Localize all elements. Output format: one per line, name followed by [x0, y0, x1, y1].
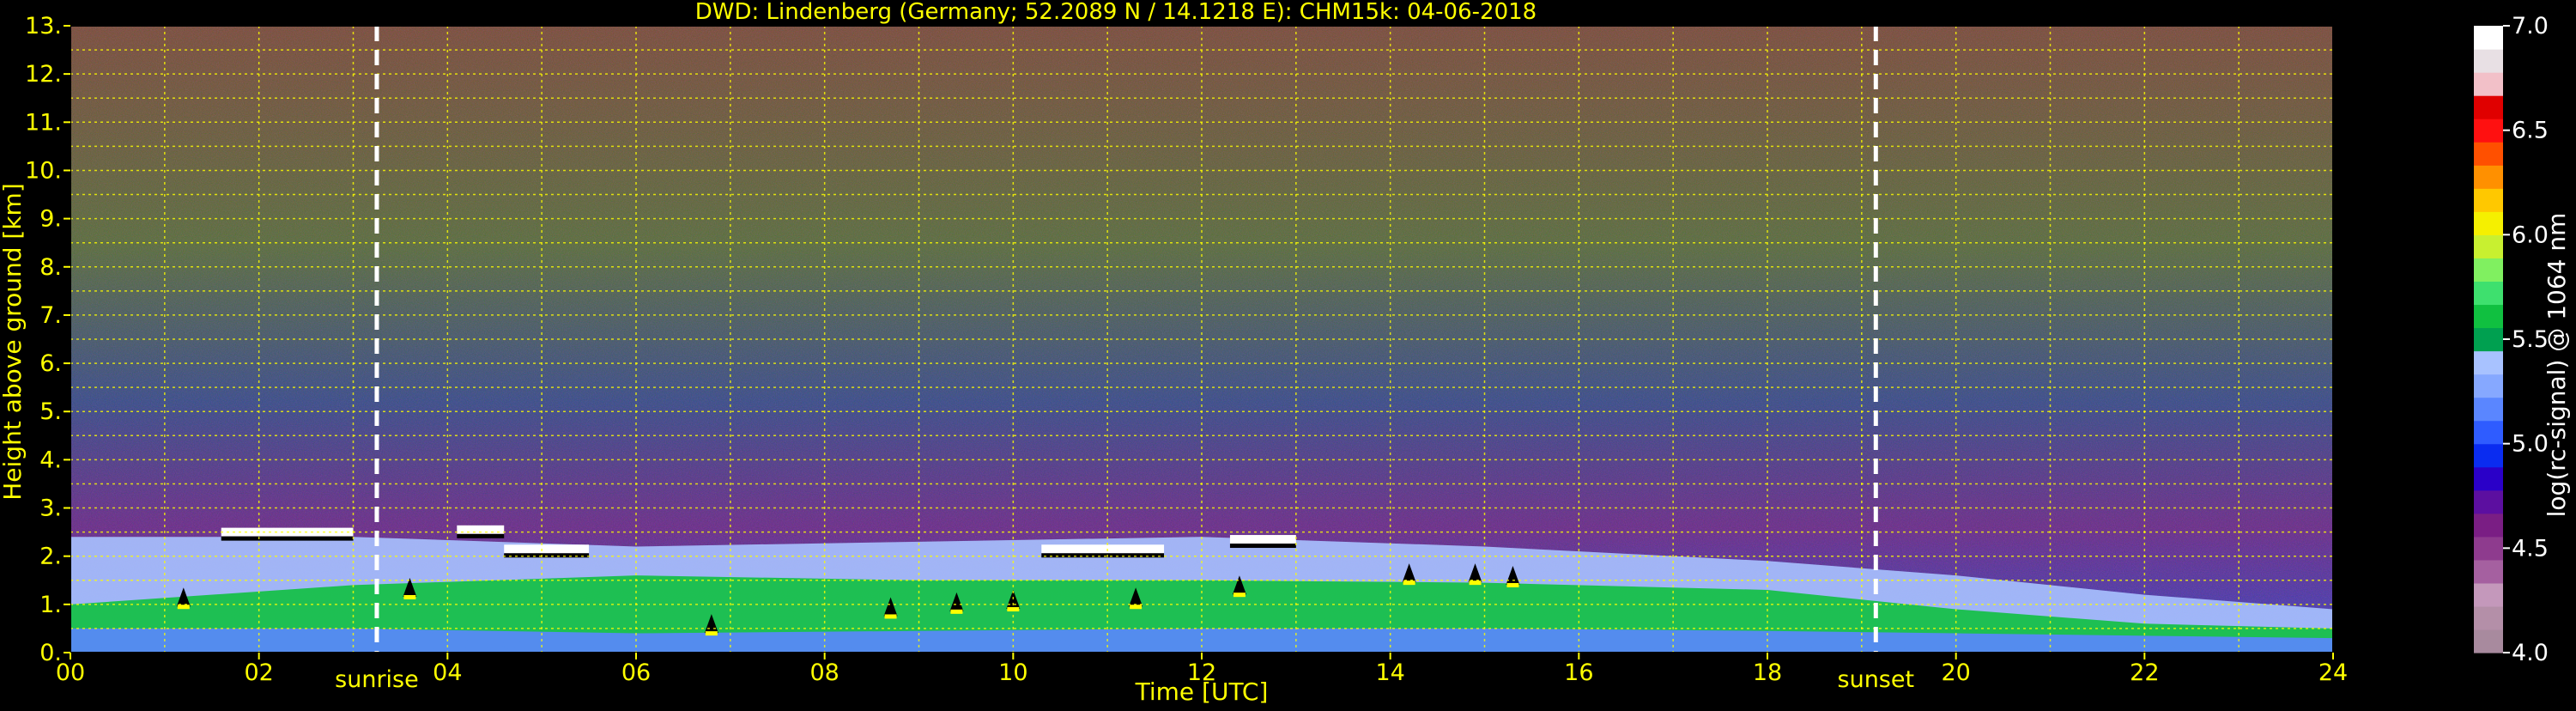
colorbar-tick-label-6.5: 6.5	[2512, 118, 2549, 144]
x-tick-label-24: 24	[2318, 659, 2348, 686]
y-tick-label-11: 11.	[25, 109, 62, 136]
colorbar-swatch-2	[2474, 582, 2503, 607]
colorbar: 4.04.55.05.56.06.57.0	[2474, 13, 2549, 666]
colorbar-swatch-3	[2474, 559, 2503, 584]
colorbar-swatch-19	[2474, 188, 2503, 212]
colorbar-swatch-23	[2474, 95, 2503, 119]
colorbar-swatch-15	[2474, 281, 2503, 306]
colorbar-swatch-11	[2474, 374, 2503, 398]
colorbar-swatch-4	[2474, 536, 2503, 561]
cloud-top-2	[504, 544, 590, 554]
colorbar-swatch-22	[2474, 118, 2503, 143]
cloud-base-edge-8	[1403, 580, 1415, 586]
x-tick-label-18: 18	[1753, 659, 1782, 686]
y-tick-label-13: 13.	[25, 13, 62, 40]
cloud-base-edge-7	[1233, 592, 1246, 598]
ceilometer-chart: sunrise sunset 00 02 04 06 08 10 12 14 16 18 20 22 24…	[0, 0, 2576, 708]
y-tick-label-2: 2.	[39, 544, 62, 570]
x-tick-label-02: 02	[244, 659, 273, 686]
chart-title: DWD: Lindenberg (Germany; 52.2089 N / 14…	[695, 0, 1537, 25]
colorbar-swatch-26	[2474, 26, 2503, 50]
colorbar-swatch-14	[2474, 304, 2503, 329]
x-tick-label-06: 06	[621, 659, 651, 686]
x-tick-label-10: 10	[998, 659, 1027, 686]
cloud-top-base-4	[1229, 544, 1296, 549]
x-axis-label: Time [UTC]	[1135, 678, 1269, 706]
y-tick-label-1: 1.	[39, 592, 62, 618]
sunrise-label: sunrise	[335, 666, 419, 693]
cloud-top-base-2	[504, 553, 590, 558]
cloud-base-edge-3	[884, 614, 897, 619]
y-axis-label: Height above ground [km]	[0, 183, 27, 501]
colorbar-swatch-9	[2474, 420, 2503, 445]
y-tick-label-10: 10.	[25, 157, 62, 184]
colorbar-tick-label-7.0: 7.0	[2512, 13, 2549, 40]
x-tick-label-22: 22	[2130, 659, 2159, 686]
colorbar-label: log(rc-signal) @ 1064 nm	[2543, 213, 2571, 518]
colorbar-tick-label-4.5: 4.5	[2512, 535, 2549, 562]
colorbar-swatch-12	[2474, 350, 2503, 375]
colorbar-swatch-0	[2474, 629, 2503, 653]
cloud-top-base-3	[1041, 553, 1165, 558]
cloud-base-edge-9	[1469, 580, 1482, 586]
x-tick-label-14: 14	[1375, 659, 1404, 686]
colorbar-swatch-18	[2474, 211, 2503, 235]
x-tick-label-16: 16	[1564, 659, 1593, 686]
colorbar-swatch-21	[2474, 142, 2503, 166]
colorbar-swatch-16	[2474, 258, 2503, 283]
colorbar-swatch-1	[2474, 605, 2503, 630]
y-tick-label-4: 4.	[39, 447, 62, 473]
colorbar-swatch-7	[2474, 466, 2503, 491]
cloud-base-edge-0	[177, 605, 190, 610]
y-tick-label-12: 12.	[25, 61, 62, 88]
cloud-base-edge-2	[705, 631, 718, 636]
y-tick-label-9: 9.	[39, 206, 62, 233]
colorbar-swatch-8	[2474, 443, 2503, 468]
x-tick-label-20: 20	[1941, 659, 1970, 686]
colorbar-swatch-25	[2474, 49, 2503, 73]
cloud-base-edge-1	[403, 595, 416, 599]
cloud-top-3	[1041, 544, 1165, 554]
cloud-base-edge-10	[1506, 582, 1519, 587]
sunset-label: sunset	[1838, 666, 1915, 693]
y-tick-label-3: 3.	[39, 495, 62, 522]
cloud-top-base-0	[221, 536, 354, 541]
y-tick-label-5: 5.	[39, 398, 62, 425]
colorbar-swatch-5	[2474, 513, 2503, 538]
colorbar-swatch-10	[2474, 397, 2503, 422]
y-tick-label-7: 7.	[39, 302, 62, 329]
chart-svg: sunrise sunset 00 02 04 06 08 10 12 14 16 18 20 22 24…	[0, 0, 2571, 706]
colorbar-swatch-6	[2474, 489, 2503, 514]
colorbar-swatch-24	[2474, 72, 2503, 96]
y-tick-label-0: 0.	[39, 640, 62, 666]
x-tick-label-04: 04	[433, 659, 462, 686]
cloud-base-edge-6	[1130, 605, 1143, 610]
cloud-top-4	[1229, 535, 1296, 544]
cloud-base-edge-4	[950, 609, 963, 614]
x-tick-label-08: 08	[809, 659, 839, 686]
y-tick-label-6: 6.	[39, 350, 62, 377]
cloud-top-base-1	[457, 533, 505, 538]
colorbar-swatch-17	[2474, 234, 2503, 258]
colorbar-swatch-13	[2474, 327, 2503, 352]
colorbar-tick-label-4.0: 4.0	[2512, 640, 2549, 666]
colorbar-swatch-20	[2474, 165, 2503, 189]
y-tick-label-8: 8.	[39, 254, 62, 281]
